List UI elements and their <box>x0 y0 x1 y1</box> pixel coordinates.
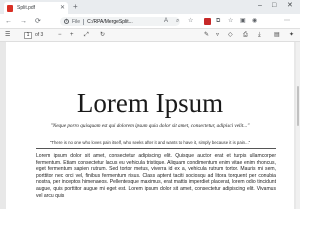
pdf-file-icon <box>7 4 13 12</box>
favorites-icon[interactable]: ☆ <box>228 17 233 26</box>
new-tab-icon[interactable]: + <box>73 2 78 12</box>
favorite-star-icon[interactable]: ☆ <box>188 17 193 26</box>
info-icon[interactable]: i <box>64 19 69 24</box>
collections-icon[interactable]: ▣ <box>240 17 246 26</box>
zoom-icon[interactable]: ⌕ <box>176 17 179 26</box>
pin-icon[interactable]: ✦ <box>289 31 294 40</box>
tab-title: Split.pdf <box>17 5 36 11</box>
page-number-input[interactable]: 1 <box>24 32 32 39</box>
page-count: of 3 <box>35 32 44 38</box>
address-divider <box>83 18 85 25</box>
erase-icon[interactable]: ◇ <box>228 31 233 40</box>
profile-icon[interactable]: ◉ <box>252 17 257 26</box>
highlight-icon[interactable]: ▿ <box>216 31 219 40</box>
back-arrow-icon[interactable]: ← <box>5 17 12 26</box>
pdf-viewer[interactable]: Lorem Ipsum "Neque porro quisquam est qu… <box>0 42 300 209</box>
reload-icon[interactable]: ⟳ <box>35 17 41 26</box>
menu-icon[interactable]: ⋯ <box>284 17 290 26</box>
document-heading: Lorem Ipsum <box>76 88 224 118</box>
vertical-scrollbar[interactable] <box>296 42 300 209</box>
rotate-icon[interactable]: ↻ <box>100 31 105 40</box>
pdf-toolbar: ☰ 1 of 3 − + ⤢ ↻ ✎ ▿ ◇ ⎙ ⤓ ▤ ✦ <box>0 29 300 42</box>
close-window-icon[interactable]: ✕ <box>287 1 293 11</box>
document-note: "There is no one who loves pain itself, … <box>49 140 251 145</box>
fit-page-icon[interactable]: ⤢ <box>84 31 89 40</box>
zoom-in-icon[interactable]: + <box>70 31 74 40</box>
maximize-icon[interactable]: □ <box>272 1 276 11</box>
extensions-icon[interactable]: ⧉ <box>216 17 220 26</box>
read-aloud-icon[interactable]: A <box>164 17 168 26</box>
address-bar[interactable]: i File C:/RPA/MergeSplit... <box>60 17 180 26</box>
print-icon[interactable]: ⎙ <box>243 31 248 40</box>
pdf-extension-icon[interactable] <box>204 18 211 25</box>
tab-split-pdf[interactable]: Split.pdf ✕ <box>4 2 68 14</box>
forward-arrow-icon[interactable]: → <box>20 17 27 26</box>
save-icon[interactable]: ⤓ <box>258 31 261 40</box>
contents-icon[interactable]: ☰ <box>5 31 10 40</box>
pdf-page: Lorem Ipsum "Neque porro quisquam est qu… <box>6 42 294 209</box>
document-body: Lorem ipsum dolor sit amet, consectetur … <box>36 153 276 199</box>
url-text[interactable]: C:/RPA/MergeSplit... <box>87 19 133 25</box>
url-scheme: File <box>72 18 81 25</box>
divider-rule <box>36 148 276 149</box>
minimize-icon[interactable]: – <box>258 1 262 11</box>
navigation-bar: ← → ⟳ i File C:/RPA/MergeSplit... A ⌕ ☆ … <box>0 14 300 29</box>
scroll-thumb[interactable] <box>297 86 299 126</box>
close-icon[interactable]: ✕ <box>60 5 65 11</box>
document-quote: "Neque porro quisquam est qui dolorem ip… <box>50 123 250 129</box>
zoom-out-icon[interactable]: − <box>58 31 62 40</box>
save-as-icon[interactable]: ▤ <box>274 31 280 40</box>
draw-icon[interactable]: ✎ <box>204 31 209 40</box>
tab-bar: Split.pdf ✕ + – □ ✕ <box>0 0 300 14</box>
